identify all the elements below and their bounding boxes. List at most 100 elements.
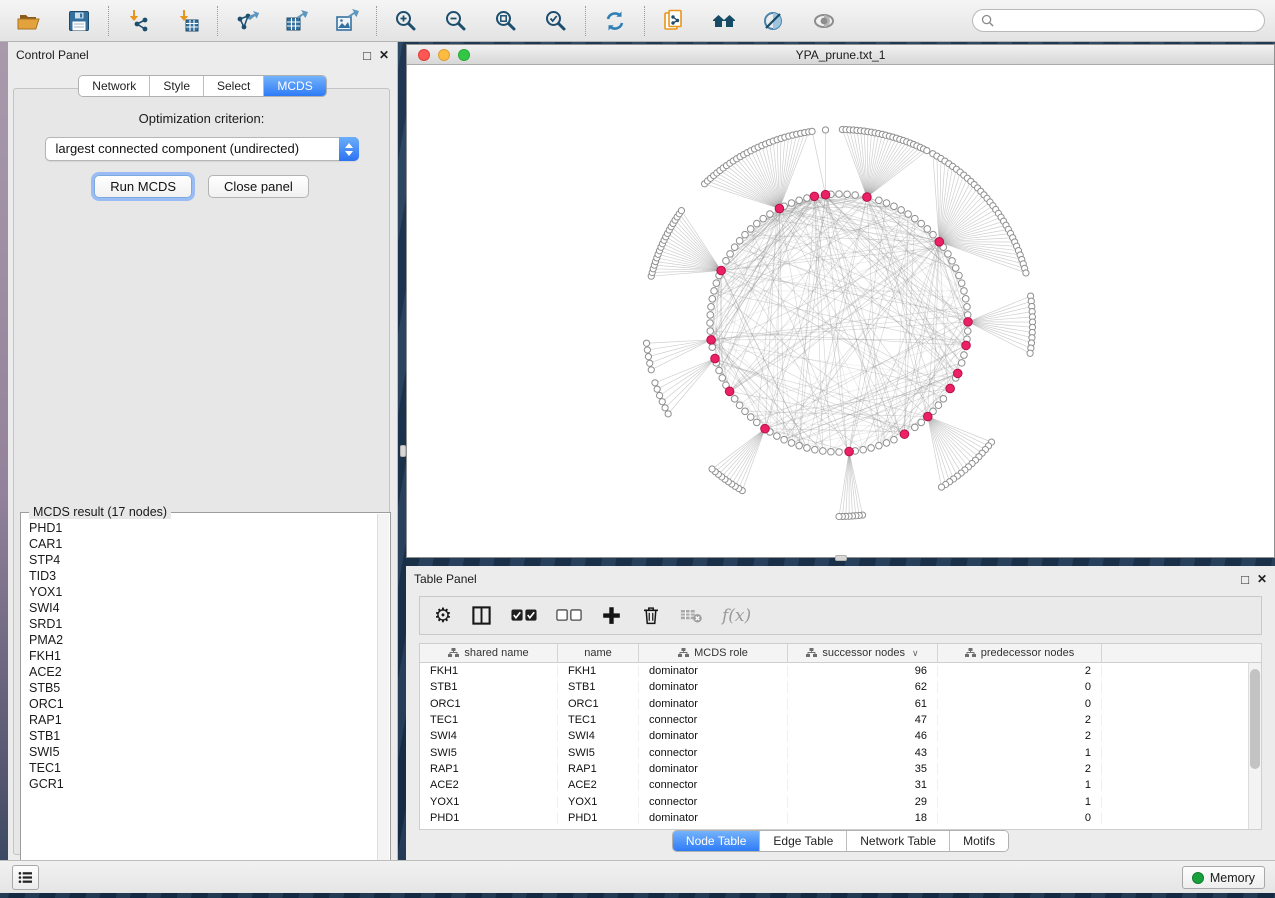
graph-node[interactable] bbox=[708, 304, 715, 311]
column-header-name[interactable]: name bbox=[558, 644, 639, 662]
graph-node[interactable] bbox=[958, 280, 965, 287]
graph-node[interactable] bbox=[707, 320, 714, 327]
graph-node[interactable] bbox=[898, 207, 905, 214]
graph-node[interactable] bbox=[707, 328, 714, 335]
graph-node[interactable] bbox=[1023, 270, 1029, 276]
graph-node[interactable] bbox=[964, 328, 971, 335]
mcds-result-item[interactable]: TID3 bbox=[29, 568, 377, 584]
graph-mcds-node[interactable] bbox=[953, 369, 962, 378]
float-panel-icon[interactable]: □ bbox=[1241, 573, 1249, 586]
table-row[interactable]: SWI5SWI5connector431 bbox=[420, 744, 1248, 760]
home-pages-icon[interactable] bbox=[712, 9, 736, 33]
tab-select[interactable]: Select bbox=[203, 76, 263, 96]
zoom-in-icon[interactable] bbox=[394, 9, 418, 33]
graph-node[interactable] bbox=[742, 231, 749, 238]
tab-style[interactable]: Style bbox=[149, 76, 203, 96]
table-settings-gear-icon[interactable]: ⚙ bbox=[434, 606, 452, 626]
table-row[interactable]: FKH1FKH1dominator962 bbox=[420, 663, 1248, 679]
graph-mcds-node[interactable] bbox=[962, 341, 971, 350]
horizontal-split-handle[interactable] bbox=[835, 555, 847, 561]
graph-node[interactable] bbox=[924, 226, 931, 233]
tab-edge-table[interactable]: Edge Table bbox=[759, 831, 846, 851]
graph-node[interactable] bbox=[707, 312, 714, 319]
cell-predecessor-nodes[interactable]: 2 bbox=[938, 763, 1102, 775]
mcds-result-item[interactable]: ACE2 bbox=[29, 664, 377, 680]
graph-node[interactable] bbox=[723, 258, 730, 265]
cell-MCDS-role[interactable]: dominator bbox=[639, 698, 788, 710]
cell-shared-name[interactable]: RAP1 bbox=[420, 763, 558, 775]
cell-shared-name[interactable]: FKH1 bbox=[420, 665, 558, 677]
graph-node[interactable] bbox=[924, 147, 930, 153]
cell-shared-name[interactable]: PHD1 bbox=[420, 812, 558, 824]
graph-node[interactable] bbox=[962, 296, 969, 303]
cell-shared-name[interactable]: STB1 bbox=[420, 681, 558, 693]
export-table-icon[interactable] bbox=[285, 9, 309, 33]
cell-name[interactable]: STB1 bbox=[558, 681, 639, 693]
cell-successor-nodes[interactable]: 62 bbox=[788, 681, 938, 693]
cell-MCDS-role[interactable]: dominator bbox=[639, 730, 788, 742]
graph-mcds-node[interactable] bbox=[717, 266, 726, 275]
graph-node[interactable] bbox=[736, 237, 743, 244]
graph-mcds-node[interactable] bbox=[935, 238, 944, 247]
mcds-result-item[interactable]: CAR1 bbox=[29, 536, 377, 552]
mcds-result-item[interactable]: PHD1 bbox=[29, 520, 377, 536]
network-graph[interactable] bbox=[407, 65, 1274, 557]
graph-node[interactable] bbox=[760, 215, 767, 222]
column-header-shared-name[interactable]: shared name bbox=[420, 644, 558, 662]
mcds-result-item[interactable]: SWI5 bbox=[29, 744, 377, 760]
mcds-result-item[interactable]: GCR1 bbox=[29, 776, 377, 792]
graph-node[interactable] bbox=[659, 399, 665, 405]
graph-node[interactable] bbox=[852, 192, 859, 199]
graph-node[interactable] bbox=[860, 446, 867, 453]
graph-node[interactable] bbox=[930, 231, 937, 238]
graph-node[interactable] bbox=[891, 203, 898, 210]
cell-predecessor-nodes[interactable]: 2 bbox=[938, 665, 1102, 677]
graph-mcds-node[interactable] bbox=[863, 193, 872, 202]
graph-node[interactable] bbox=[905, 211, 912, 218]
graph-node[interactable] bbox=[820, 448, 827, 455]
cell-MCDS-role[interactable]: connector bbox=[639, 779, 788, 791]
cell-shared-name[interactable]: ACE2 bbox=[420, 779, 558, 791]
cell-predecessor-nodes[interactable]: 2 bbox=[938, 730, 1102, 742]
cell-shared-name[interactable]: SWI4 bbox=[420, 730, 558, 742]
show-columns-icon[interactable] bbox=[471, 605, 492, 626]
cell-predecessor-nodes[interactable]: 0 bbox=[938, 681, 1102, 693]
cell-MCDS-role[interactable]: dominator bbox=[639, 681, 788, 693]
table-row[interactable]: PHD1PHD1dominator180 bbox=[420, 810, 1248, 826]
cell-successor-nodes[interactable]: 35 bbox=[788, 763, 938, 775]
network-file-icon[interactable] bbox=[662, 9, 686, 33]
cell-predecessor-nodes[interactable]: 1 bbox=[938, 796, 1102, 808]
graph-node[interactable] bbox=[804, 195, 811, 202]
graph-node[interactable] bbox=[883, 200, 890, 207]
graph-node[interactable] bbox=[836, 513, 842, 519]
graph-node[interactable] bbox=[935, 402, 942, 409]
cell-name[interactable]: ACE2 bbox=[558, 779, 639, 791]
graph-node[interactable] bbox=[742, 408, 749, 415]
graph-node[interactable] bbox=[709, 466, 715, 472]
column-header-MCDS-role[interactable]: MCDS role bbox=[639, 644, 788, 662]
cell-predecessor-nodes[interactable]: 2 bbox=[938, 714, 1102, 726]
cell-MCDS-role[interactable]: connector bbox=[639, 714, 788, 726]
cell-predecessor-nodes[interactable]: 0 bbox=[938, 812, 1102, 824]
cell-MCDS-role[interactable]: dominator bbox=[639, 763, 788, 775]
export-network-icon[interactable] bbox=[235, 9, 259, 33]
graph-node[interactable] bbox=[788, 440, 795, 447]
table-scrollbar-thumb[interactable] bbox=[1250, 669, 1260, 769]
cell-name[interactable]: YOX1 bbox=[558, 796, 639, 808]
graph-node[interactable] bbox=[713, 280, 720, 287]
graph-mcds-node[interactable] bbox=[900, 430, 909, 439]
cell-successor-nodes[interactable]: 61 bbox=[788, 698, 938, 710]
tab-network[interactable]: Network bbox=[79, 76, 149, 96]
cell-successor-nodes[interactable]: 31 bbox=[788, 779, 938, 791]
mcds-result-item[interactable]: SWI4 bbox=[29, 600, 377, 616]
refresh-layout-icon[interactable] bbox=[603, 9, 627, 33]
mcds-result-item[interactable]: RAP1 bbox=[29, 712, 377, 728]
graph-mcds-node[interactable] bbox=[923, 412, 932, 421]
graph-node[interactable] bbox=[964, 304, 971, 311]
column-header-predecessor-nodes[interactable]: predecessor nodes bbox=[938, 644, 1102, 662]
graph-node[interactable] bbox=[1027, 350, 1033, 356]
graph-node[interactable] bbox=[952, 265, 959, 272]
export-image-icon[interactable] bbox=[335, 9, 359, 33]
panel-menu-button[interactable] bbox=[12, 865, 39, 890]
mcds-result-item[interactable]: YOX1 bbox=[29, 584, 377, 600]
